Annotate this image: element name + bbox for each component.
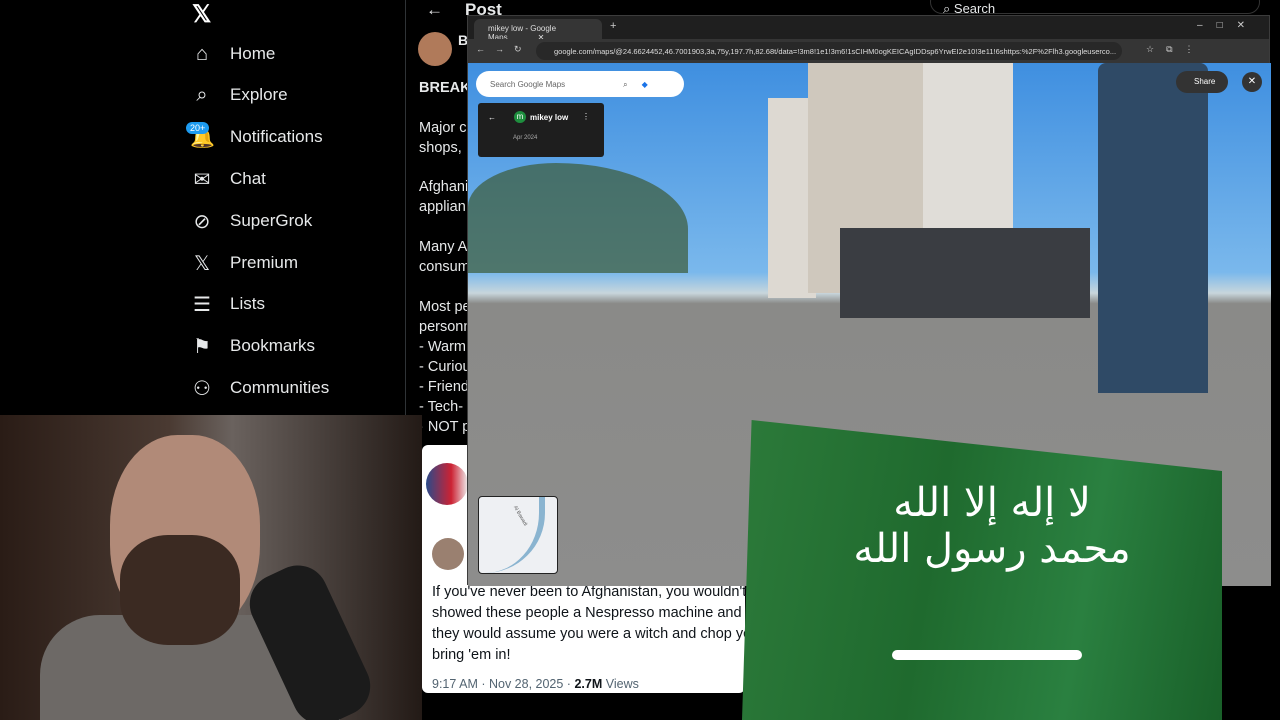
flag-shahada: لا إله إلا الله محمد رسول الله <box>853 480 1131 572</box>
post-line: shops, <box>419 140 466 156</box>
post-line: Many A <box>419 239 468 255</box>
tab-bar: mikey low - Google Maps ✕ + –□✕ <box>468 16 1269 42</box>
sidebar-item-bookmarks[interactable]: ⚑ Bookmarks <box>190 328 390 364</box>
capture-date: Apr 2024 <box>513 135 538 141</box>
tweet-meta: 9:17 AM · Nov 28, 2025 · 2.7M Views <box>432 677 639 691</box>
star-icon[interactable]: ☆⧉⋮ <box>1146 44 1206 55</box>
post-line: consum <box>419 259 470 275</box>
label: Notifications <box>230 127 323 146</box>
grok-icon: ⊘ <box>193 210 211 233</box>
search-placeholder: Search Google Maps <box>490 80 566 89</box>
bookmark-icon: ⚑ <box>193 335 211 358</box>
minimap-road <box>485 497 545 573</box>
sidebar-item-supergrok[interactable]: ⊘ SuperGrok <box>190 203 390 239</box>
streamer-beard <box>120 535 240 645</box>
flag-sword <box>892 650 1082 660</box>
building <box>923 63 1013 243</box>
home-icon: ⌂ <box>195 42 209 65</box>
back-icon[interactable]: ← <box>488 113 496 122</box>
webcam-overlay <box>0 415 422 720</box>
directions-icon[interactable]: ◆ <box>642 80 648 89</box>
post-line: - Friend <box>419 379 469 395</box>
search-input[interactable]: ⌕ Search <box>930 0 1260 16</box>
sidebar-item-premium[interactable]: 𝕏 Premium <box>190 245 390 281</box>
mail-icon: ✉ <box>193 168 211 191</box>
post-line: - Curiou <box>419 359 471 375</box>
window-controls[interactable]: –□✕ <box>1197 20 1259 31</box>
sidebar-item-lists[interactable]: ☰ Lists <box>190 286 390 322</box>
fuel-price-sign <box>1098 63 1208 393</box>
post-line: - Tech- <box>419 399 464 415</box>
label: Chat <box>230 169 266 188</box>
canopy <box>840 228 1090 318</box>
share-label: Share <box>1194 77 1216 86</box>
browser-tab[interactable]: mikey low - Google Maps ✕ <box>474 19 602 42</box>
minimap[interactable]: Al Bawadi <box>478 496 558 574</box>
views-label: Views <box>605 677 639 691</box>
contributor-name[interactable]: mikey low <box>530 113 568 122</box>
label: Home <box>230 44 276 63</box>
label: Premium <box>230 253 299 272</box>
sidebar-item-communities[interactable]: ⚇ Communities <box>190 370 390 406</box>
sidebar-item-explore[interactable]: ⌕ Explore <box>190 77 390 113</box>
timestamp: 9:17 AM · Nov 28, 2025 · <box>432 677 575 691</box>
list-icon: ☰ <box>193 293 211 316</box>
more-icon[interactable]: ⋮ <box>582 112 590 121</box>
search-placeholder: Search <box>953 1 996 16</box>
address-bar[interactable]: google.com/maps/@24.6624452,46.7001903,3… <box>536 42 1122 60</box>
palm-trees <box>468 163 688 273</box>
quoted-avatar[interactable] <box>426 463 468 505</box>
post-line: Most pe <box>419 299 471 315</box>
label: Explore <box>230 85 288 104</box>
back-arrow-icon[interactable]: ← <box>426 0 443 20</box>
post-line: - Warm <box>419 339 466 355</box>
saudi-flag: لا إله إلا الله محمد رسول الله <box>742 420 1222 720</box>
notifications-badge: 20+ <box>186 122 210 134</box>
sidebar-item-notifications[interactable]: 🔔 Notifications <box>190 119 390 155</box>
sidebar-item-chat[interactable]: ✉ Chat <box>190 161 390 197</box>
nav-buttons-icon[interactable]: ←→↻ <box>476 44 532 55</box>
label: Communities <box>230 378 330 397</box>
quoted-text: If you've never been to Afghanistan, you… <box>432 584 754 663</box>
reply-avatar[interactable] <box>432 538 464 570</box>
post-line: Major c <box>419 120 467 136</box>
label: Lists <box>230 294 265 313</box>
post-line: Afghani <box>419 179 469 195</box>
post-line: applian <box>419 199 466 215</box>
views-count: 2.7M <box>574 677 603 691</box>
search-icon: ⌕ <box>196 83 208 106</box>
post-line: personn <box>419 319 472 335</box>
post-line: BREAK <box>419 80 471 96</box>
x-icon: 𝕏 <box>193 252 211 275</box>
communities-icon: ⚇ <box>193 377 211 400</box>
sidebar-item-home[interactable]: ⌂ Home <box>190 36 390 72</box>
new-tab-icon[interactable]: + <box>610 20 616 32</box>
toolbar: ←→↻ google.com/maps/@24.6624452,46.70019… <box>468 39 1269 63</box>
maps-search-input[interactable]: Search Google Maps ⌕ ◆ <box>476 71 684 97</box>
post-line: · NOT p <box>419 419 471 435</box>
contributor-avatar: m <box>514 111 526 123</box>
label: Bookmarks <box>230 336 316 355</box>
search-icon[interactable]: ⌕ <box>623 80 627 89</box>
share-button[interactable]: Share <box>1176 71 1228 93</box>
label: SuperGrok <box>230 211 313 230</box>
close-icon[interactable]: ✕ <box>1242 72 1262 92</box>
x-logo[interactable]: 𝕏 <box>192 0 211 29</box>
author-avatar[interactable] <box>418 32 452 66</box>
contributor-card: ← m mikey low ⋮ Apr 2024 <box>478 103 604 157</box>
